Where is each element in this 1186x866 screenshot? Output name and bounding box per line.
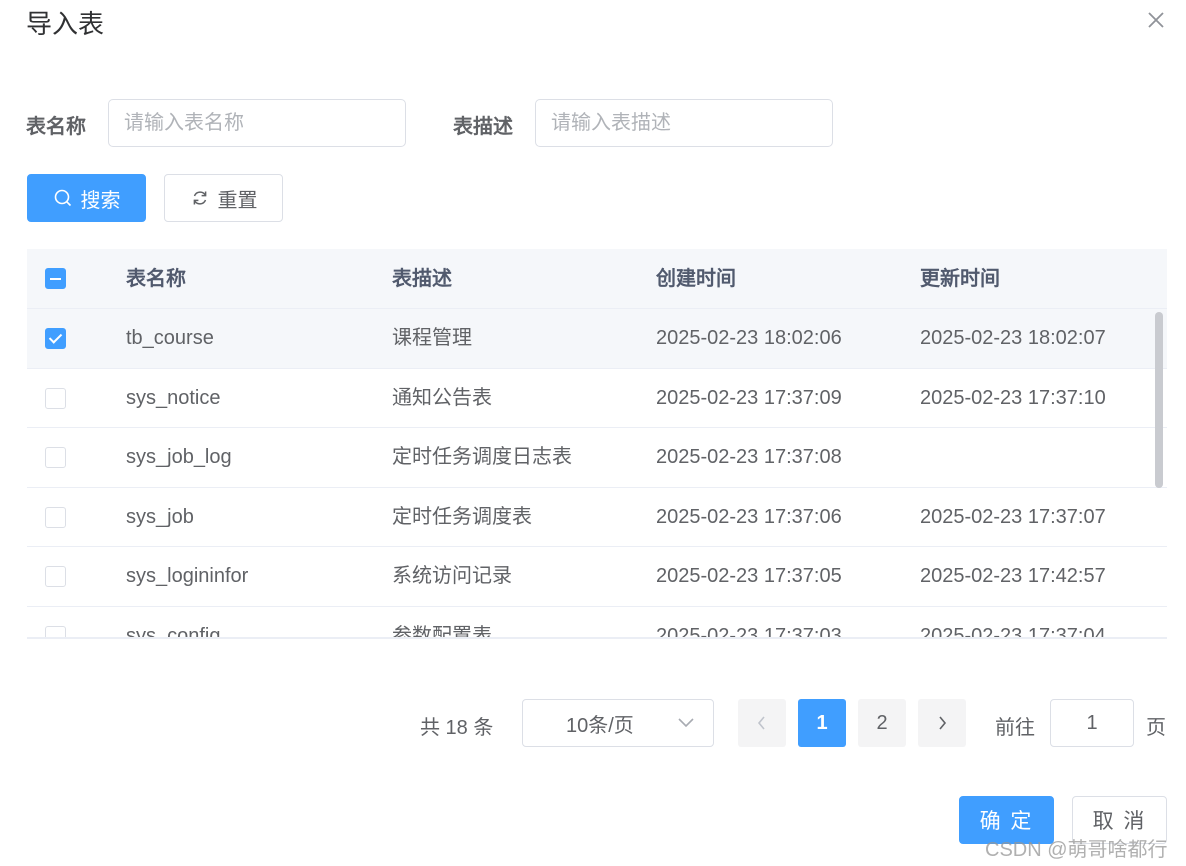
cell-table-name: sys_job_log: [126, 446, 232, 468]
cell-table-name: sys_notice: [126, 386, 221, 409]
row-checkbox[interactable]: [45, 447, 66, 468]
watermark: CSDN @萌哥啥都行: [985, 839, 1168, 861]
table-row[interactable]: tb_course 课程管理 2025-02-23 18:02:06 2025-…: [27, 309, 1167, 369]
reset-button-label: 重置: [217, 189, 258, 212]
cell-created-time: 2025-02-23 17:37:06: [656, 505, 842, 528]
page-size-select[interactable]: 10条/页: [522, 699, 714, 747]
search-button-label: 搜索: [80, 189, 121, 212]
row-checkbox[interactable]: [45, 566, 66, 587]
page-unit-label: 页: [1146, 717, 1166, 739]
table-header: 表名称 表描述 创建时间 更新时间: [27, 249, 1167, 309]
cell-created-time: 2025-02-23 17:37:09: [656, 386, 842, 409]
page-size-value: 10条/页: [566, 714, 634, 737]
table-scrollbar[interactable]: [1155, 312, 1163, 488]
reset-button[interactable]: 重置: [164, 174, 283, 222]
select-all-checkbox[interactable]: [45, 268, 66, 289]
table-row[interactable]: sys_job_log 定时任务调度日志表 2025-02-23 17:37:0…: [27, 428, 1167, 488]
row-checkbox[interactable]: [45, 506, 66, 528]
close-icon[interactable]: [1144, 8, 1168, 32]
chevron-right-icon: [939, 716, 947, 730]
cell-table-name: tb_course: [126, 327, 214, 349]
cell-created-time: 2025-02-23 18:02:06: [656, 327, 842, 349]
page-button-2[interactable]: 2: [858, 699, 906, 747]
goto-label: 前往: [995, 717, 1035, 739]
tables-grid: 表名称 表描述 创建时间 更新时间 tb_course 课程管理 2025-02…: [27, 249, 1167, 639]
goto-page-input[interactable]: [1050, 699, 1134, 747]
row-checkbox[interactable]: [45, 625, 66, 637]
pagination-total: 共 18 条: [420, 717, 494, 739]
table-desc-label: 表描述: [453, 116, 513, 138]
next-page-button[interactable]: [918, 699, 966, 747]
chevron-down-icon: [678, 718, 694, 728]
chevron-left-icon: [757, 716, 765, 730]
cell-table-name: sys_job: [126, 505, 194, 528]
table-row[interactable]: sys_notice 通知公告表 2025-02-23 17:37:09 202…: [27, 369, 1167, 428]
column-header-updated: 更新时间: [920, 268, 1000, 290]
cell-updated-time: 2025-02-23 17:42:57: [920, 565, 1106, 587]
cell-table-desc: 课程管理: [392, 327, 472, 349]
cell-updated-time: 2025-02-23 17:37:10: [920, 386, 1106, 409]
cell-table-desc: 定时任务调度日志表: [392, 446, 572, 468]
dialog-title: 导入表: [26, 9, 105, 39]
column-header-created: 创建时间: [656, 268, 736, 290]
table-desc-input[interactable]: [535, 99, 833, 147]
page-button-1[interactable]: 1: [798, 699, 846, 747]
cell-table-desc: 通知公告表: [392, 386, 492, 409]
cell-updated-time: 2025-02-23 17:37:04: [920, 624, 1106, 639]
cell-updated-time: 2025-02-23 17:37:07: [920, 505, 1106, 528]
search-icon: [54, 189, 71, 207]
refresh-icon: [193, 191, 206, 205]
table-name-label: 表名称: [26, 116, 86, 138]
table-row[interactable]: sys_logininfor 系统访问记录 2025-02-23 17:37:0…: [27, 547, 1167, 607]
cell-table-name: sys_config: [126, 624, 221, 639]
row-checkbox[interactable]: [45, 328, 66, 349]
prev-page-button[interactable]: [738, 699, 786, 747]
cell-table-desc: 定时任务调度表: [392, 505, 532, 528]
cell-created-time: 2025-02-23 17:37:08: [656, 446, 842, 468]
search-button[interactable]: 搜索: [27, 174, 146, 222]
import-table-dialog: 导入表 表名称 表描述 搜索 重置 表名称 表描述 创建时间 更新时间: [0, 0, 1186, 866]
cell-table-name: sys_logininfor: [126, 565, 249, 587]
table-row[interactable]: sys_config 参数配置表 2025-02-23 17:37:03 202…: [27, 607, 1167, 639]
cell-table-desc: 系统访问记录: [392, 565, 512, 587]
cell-table-desc: 参数配置表: [392, 624, 492, 639]
cell-created-time: 2025-02-23 17:37:03: [656, 624, 842, 639]
table-row[interactable]: sys_job 定时任务调度表 2025-02-23 17:37:06 2025…: [27, 488, 1167, 547]
column-header-desc: 表描述: [392, 268, 452, 290]
row-checkbox[interactable]: [45, 387, 66, 409]
cell-updated-time: 2025-02-23 18:02:07: [920, 327, 1106, 349]
table-name-input[interactable]: [108, 99, 406, 147]
column-header-name: 表名称: [126, 268, 186, 290]
cell-created-time: 2025-02-23 17:37:05: [656, 565, 842, 587]
